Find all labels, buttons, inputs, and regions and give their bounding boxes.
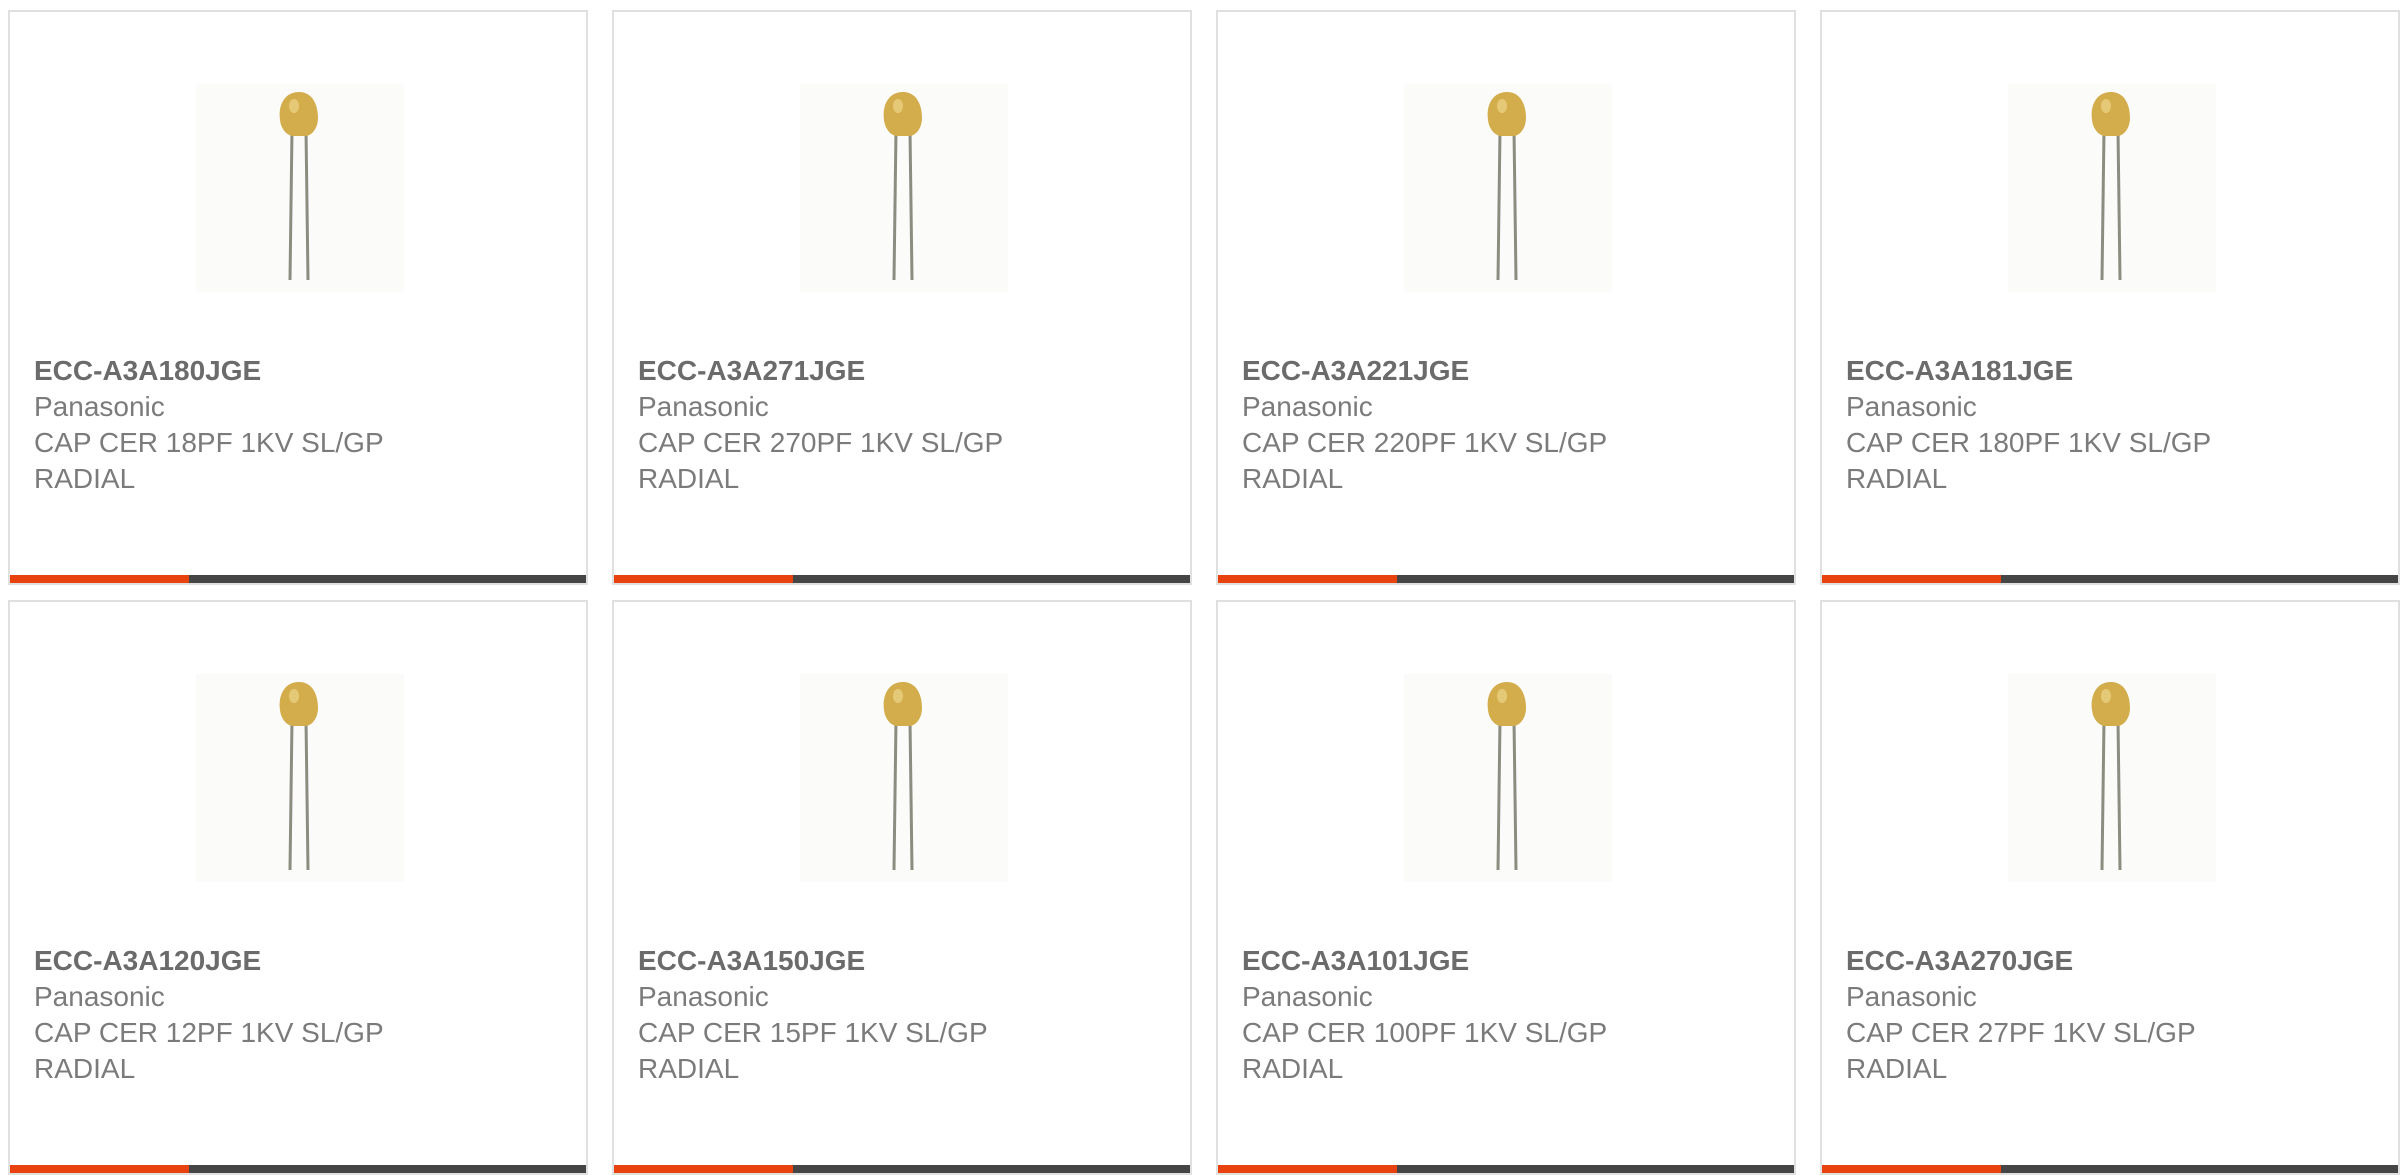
card-footer-accent [1218, 1165, 1397, 1173]
product-image[interactable] [800, 674, 1008, 882]
capacitor-icon [883, 682, 922, 871]
manufacturer: Panasonic [1242, 391, 1373, 422]
product-image[interactable] [2008, 84, 2216, 292]
product-description: CAP CER 270PF 1KV SL/GP RADIAL [638, 427, 1004, 494]
product-image[interactable] [1404, 674, 1612, 882]
part-number[interactable]: ECC-A3A101JGE [1242, 943, 1762, 979]
product-card[interactable]: ECC-A3A181JGE Panasonic CAP CER 180PF 1KV … [1820, 10, 2400, 585]
manufacturer: Panasonic [638, 391, 769, 422]
card-footer-bar [1822, 1165, 2398, 1173]
product-info: ECC-A3A221JGE Panasonic CAP CER 220PF 1KV … [1242, 353, 1762, 497]
product-description: CAP CER 100PF 1KV SL/GP RADIAL [1242, 1017, 1608, 1084]
product-grid: ECC-A3A180JGE Panasonic CAP CER 18PF 1KV S… [0, 0, 2400, 1175]
capacitor-icon [2091, 92, 2130, 281]
card-footer-accent [614, 575, 793, 583]
card-footer-bar [1822, 575, 2398, 583]
product-info: ECC-A3A150JGE Panasonic CAP CER 15PF 1KV S… [638, 943, 1158, 1087]
manufacturer: Panasonic [34, 981, 165, 1012]
part-number[interactable]: ECC-A3A221JGE [1242, 353, 1762, 389]
product-image[interactable] [1404, 84, 1612, 292]
product-info: ECC-A3A271JGE Panasonic CAP CER 270PF 1KV … [638, 353, 1158, 497]
card-footer-accent [1218, 575, 1397, 583]
card-footer-accent [1822, 1165, 2001, 1173]
manufacturer: Panasonic [34, 391, 165, 422]
product-info: ECC-A3A101JGE Panasonic CAP CER 100PF 1KV … [1242, 943, 1762, 1087]
capacitor-icon [883, 92, 922, 281]
product-info: ECC-A3A180JGE Panasonic CAP CER 18PF 1KV S… [34, 353, 554, 497]
card-footer-bar [10, 575, 586, 583]
manufacturer: Panasonic [1846, 391, 1977, 422]
product-description: CAP CER 27PF 1KV SL/GP RADIAL [1846, 1017, 2196, 1084]
product-card[interactable]: ECC-A3A270JGE Panasonic CAP CER 27PF 1KV S… [1820, 600, 2400, 1175]
card-footer-accent [1822, 575, 2001, 583]
product-description: CAP CER 15PF 1KV SL/GP RADIAL [638, 1017, 988, 1084]
card-footer-bar [614, 575, 1190, 583]
card-footer-bar [614, 1165, 1190, 1173]
card-footer-accent [614, 1165, 793, 1173]
product-image[interactable] [800, 84, 1008, 292]
product-image[interactable] [196, 84, 404, 292]
product-card[interactable]: ECC-A3A120JGE Panasonic CAP CER 12PF 1KV S… [8, 600, 588, 1175]
part-number[interactable]: ECC-A3A271JGE [638, 353, 1158, 389]
product-info: ECC-A3A270JGE Panasonic CAP CER 27PF 1KV S… [1846, 943, 2366, 1087]
part-number[interactable]: ECC-A3A120JGE [34, 943, 554, 979]
card-footer-bar [1218, 1165, 1794, 1173]
part-number[interactable]: ECC-A3A180JGE [34, 353, 554, 389]
card-footer-accent [10, 1165, 189, 1173]
product-image[interactable] [196, 674, 404, 882]
product-description: CAP CER 12PF 1KV SL/GP RADIAL [34, 1017, 384, 1084]
capacitor-icon [1487, 682, 1526, 871]
part-number[interactable]: ECC-A3A270JGE [1846, 943, 2366, 979]
product-description: CAP CER 220PF 1KV SL/GP RADIAL [1242, 427, 1608, 494]
capacitor-icon [279, 92, 318, 281]
product-card[interactable]: ECC-A3A221JGE Panasonic CAP CER 220PF 1KV … [1216, 10, 1796, 585]
product-card[interactable]: ECC-A3A150JGE Panasonic CAP CER 15PF 1KV S… [612, 600, 1192, 1175]
product-info: ECC-A3A181JGE Panasonic CAP CER 180PF 1KV … [1846, 353, 2366, 497]
card-footer-bar [10, 1165, 586, 1173]
product-card[interactable]: ECC-A3A180JGE Panasonic CAP CER 18PF 1KV S… [8, 10, 588, 585]
product-card[interactable]: ECC-A3A271JGE Panasonic CAP CER 270PF 1KV … [612, 10, 1192, 585]
product-card[interactable]: ECC-A3A101JGE Panasonic CAP CER 100PF 1KV … [1216, 600, 1796, 1175]
capacitor-icon [2091, 682, 2130, 871]
capacitor-icon [1487, 92, 1526, 281]
product-image[interactable] [2008, 674, 2216, 882]
product-info: ECC-A3A120JGE Panasonic CAP CER 12PF 1KV S… [34, 943, 554, 1087]
part-number[interactable]: ECC-A3A150JGE [638, 943, 1158, 979]
manufacturer: Panasonic [1846, 981, 1977, 1012]
card-footer-bar [1218, 575, 1794, 583]
manufacturer: Panasonic [1242, 981, 1373, 1012]
product-description: CAP CER 180PF 1KV SL/GP RADIAL [1846, 427, 2212, 494]
capacitor-icon [279, 682, 318, 871]
part-number[interactable]: ECC-A3A181JGE [1846, 353, 2366, 389]
card-footer-accent [10, 575, 189, 583]
manufacturer: Panasonic [638, 981, 769, 1012]
product-description: CAP CER 18PF 1KV SL/GP RADIAL [34, 427, 384, 494]
